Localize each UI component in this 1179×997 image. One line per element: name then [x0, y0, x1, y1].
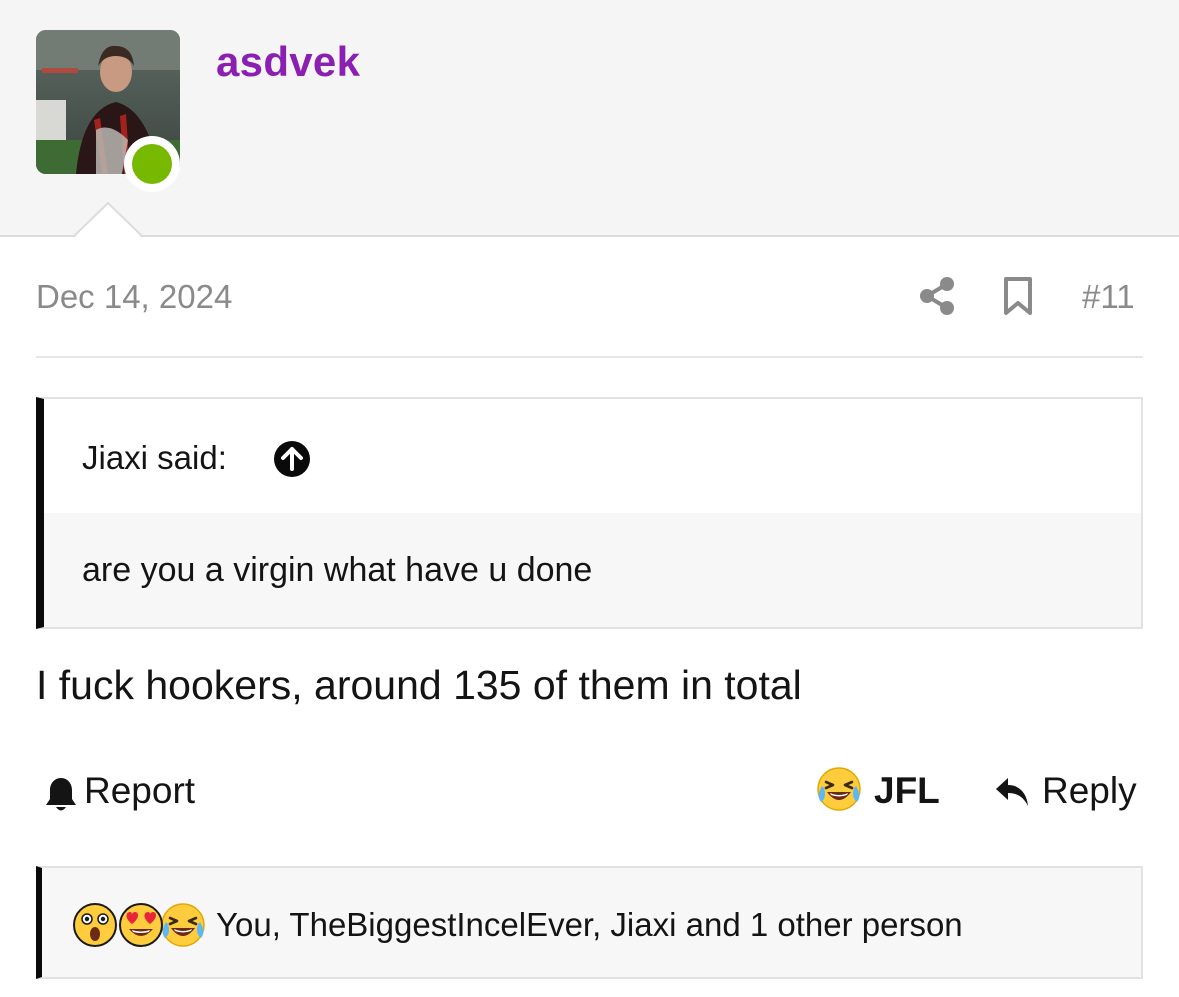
- reactions-summary-text: You, TheBiggestIncelEver, Jiaxi and 1 ot…: [216, 906, 963, 943]
- astonished-emoji-icon: [73, 903, 117, 947]
- heart-eyes-emoji-icon: [119, 903, 163, 947]
- reply-icon: [996, 778, 1028, 806]
- quote-text: are you a virgin what have u done: [82, 551, 593, 589]
- message-text: I fuck hookers, around 135 of them in to…: [36, 662, 802, 708]
- meta-divider: [36, 356, 1143, 358]
- report-label: Report: [84, 770, 196, 811]
- reactions-summary[interactable]: You, TheBiggestIncelEver, Jiaxi and 1 ot…: [36, 866, 1143, 979]
- arrow-up-circle-icon[interactable]: [274, 441, 310, 477]
- quote-block: Jiaxi said: are you a virgin what have u…: [36, 397, 1143, 629]
- bell-icon: [46, 778, 76, 811]
- post-date[interactable]: Dec 14, 2024: [36, 278, 232, 316]
- reply-label: Reply: [1042, 770, 1137, 811]
- user-header: asdvek: [0, 0, 1179, 238]
- quote-author[interactable]: Jiaxi said:: [82, 439, 227, 477]
- crying-laughing-emoji-icon: [161, 903, 205, 947]
- bookmark-icon[interactable]: [1000, 276, 1036, 316]
- quote-header: Jiaxi said:: [44, 399, 1141, 513]
- quote-body: are you a virgin what have u done: [44, 513, 1141, 627]
- username-link[interactable]: asdvek: [216, 38, 360, 86]
- message-pointer-arrow: [74, 202, 142, 238]
- jfl-reaction-label: JFL: [874, 770, 940, 811]
- post-number-link[interactable]: #11: [1082, 278, 1135, 316]
- share-icon[interactable]: [918, 276, 956, 316]
- online-status-indicator: [124, 136, 180, 192]
- crying-laughing-emoji-icon: [817, 767, 861, 811]
